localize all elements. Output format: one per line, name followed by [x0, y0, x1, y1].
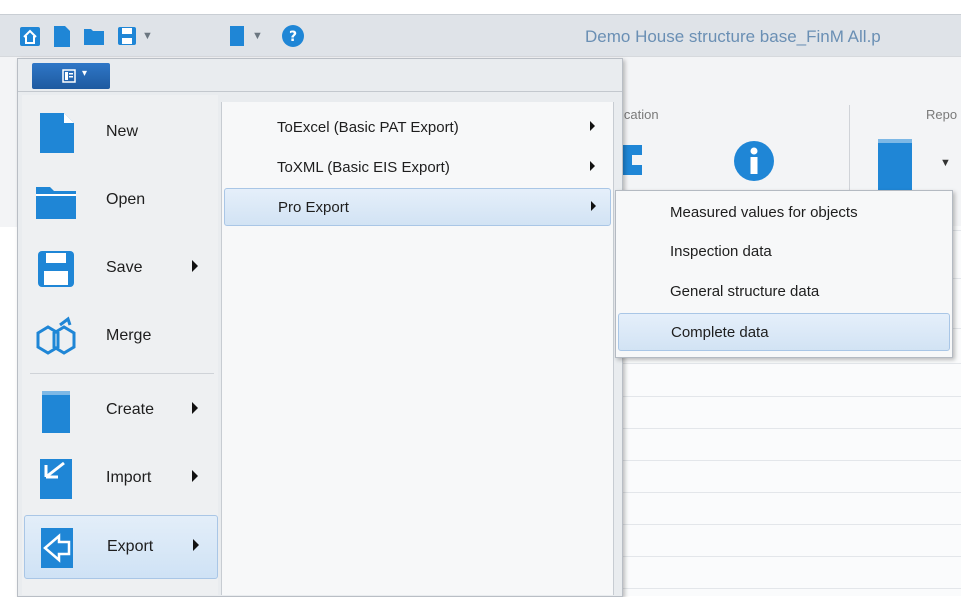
ribbon-group-application-label: ication [621, 107, 659, 122]
help-icon[interactable]: ? [281, 24, 305, 48]
submenu-arrow-icon [192, 470, 198, 482]
submenu-arrow-icon [590, 121, 595, 131]
new-file-icon[interactable] [53, 24, 71, 48]
menu-divider [18, 91, 622, 92]
submenu-item-label: ToExcel (Basic PAT Export) [277, 119, 459, 136]
export-icon [41, 528, 73, 568]
svg-text:?: ? [289, 29, 297, 45]
menu-item-label: Open [106, 191, 146, 208]
submenu-item-label: General structure data [670, 283, 820, 300]
menu-item-label: Merge [106, 327, 152, 344]
menu-item-label: Create [106, 401, 155, 418]
submenu-item-label: Complete data [671, 324, 769, 341]
menu-item-label: New [106, 123, 139, 140]
menu-item-merge[interactable]: Merge [24, 305, 216, 367]
create-report-icon[interactable] [229, 24, 245, 48]
menu-item-open[interactable]: Open [24, 169, 216, 231]
menu-item-export[interactable]: Export [24, 515, 218, 579]
report-dropdown-caret-icon[interactable]: ▼ [940, 157, 951, 169]
submenu-item-label: Measured values for objects [670, 204, 858, 221]
submenu-item-pro-export[interactable]: Pro Export [224, 188, 611, 226]
submenu-arrow-icon [193, 539, 199, 551]
submenu-item-toxml[interactable]: ToXML (Basic EIS Export) [224, 149, 609, 185]
save-icon[interactable] [117, 24, 137, 48]
submenu-arrow-icon [590, 161, 595, 171]
menu-item-label: Export [107, 538, 154, 555]
submenu-item-general-structure-data[interactable]: General structure data [618, 273, 948, 309]
export-submenu: ToExcel (Basic PAT Export) ToXML (Basic … [221, 102, 614, 595]
info-icon[interactable] [732, 139, 776, 183]
menu-item-new[interactable]: New [24, 101, 216, 163]
submenu-item-label: ToXML (Basic EIS Export) [277, 159, 450, 176]
report-dropdown-caret-icon[interactable]: ▼ [252, 24, 263, 48]
submenu-item-toexcel[interactable]: ToExcel (Basic PAT Export) [224, 109, 609, 145]
create-report-icon [42, 391, 70, 433]
save-dropdown-caret-icon[interactable]: ▼ [142, 24, 153, 48]
submenu-item-inspection-data[interactable]: Inspection data [618, 233, 948, 269]
submenu-arrow-icon [192, 402, 198, 414]
title-bar: ▼ ▼ ? Demo House structure base_FinM All… [0, 14, 961, 57]
menu-item-save[interactable]: Save [24, 237, 216, 299]
ribbon-tool-icon[interactable] [620, 135, 648, 185]
open-folder-icon[interactable] [83, 24, 105, 48]
menu-item-label: Save [106, 259, 143, 276]
menu-item-label: Import [106, 469, 152, 486]
application-menu-list: New Open Save Merge Create Import Export [22, 95, 218, 595]
import-icon [40, 459, 72, 499]
menu-separator [30, 373, 214, 374]
submenu-arrow-icon [591, 201, 596, 211]
submenu-item-complete-data[interactable]: Complete data [618, 313, 950, 351]
submenu-arrow-icon [192, 260, 198, 272]
open-folder-icon [36, 187, 76, 219]
ribbon-group-report-label: Repo [926, 107, 958, 122]
submenu-item-measured-values[interactable]: Measured values for objects [618, 194, 948, 230]
save-icon [38, 251, 74, 287]
menu-caret-icon: ▾ [82, 68, 88, 79]
pro-export-submenu: Measured values for objects Inspection d… [615, 190, 953, 358]
menu-icon [62, 69, 76, 83]
submenu-item-label: Pro Export [278, 199, 349, 216]
application-menu-button[interactable]: ▾ [32, 63, 110, 89]
menu-item-import[interactable]: Import [24, 447, 216, 509]
window-title: Demo House structure base_FinM All.p [585, 27, 881, 46]
new-file-icon [40, 113, 74, 153]
report-icon[interactable] [876, 135, 916, 195]
merge-icon [36, 316, 76, 355]
home-icon[interactable] [19, 24, 41, 48]
menu-item-create[interactable]: Create [24, 379, 216, 441]
submenu-item-label: Inspection data [670, 243, 772, 260]
